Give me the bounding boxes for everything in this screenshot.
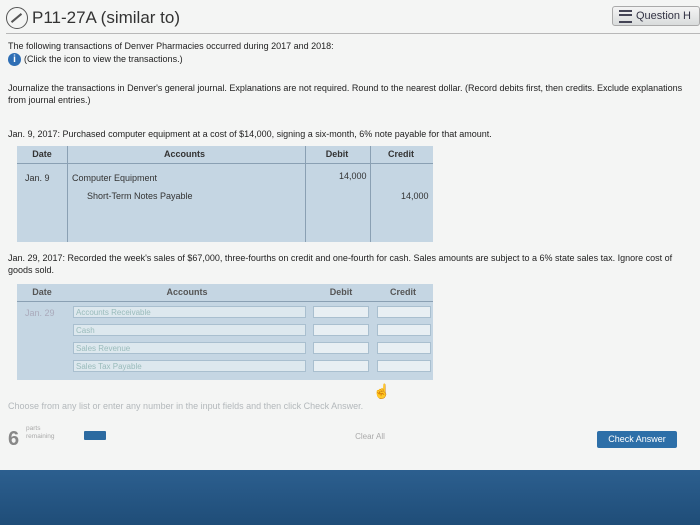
account-select[interactable]: Sales Tax Payable <box>73 360 306 372</box>
credit-input[interactable] <box>377 306 431 318</box>
credit-input[interactable] <box>377 360 431 372</box>
instructions-text: Journalize the transactions in Denver's … <box>8 83 683 105</box>
credit-header: Credit <box>389 287 416 297</box>
account-select[interactable]: Sales Revenue <box>73 342 306 354</box>
debit-account[interactable]: Computer Equipment <box>72 173 157 183</box>
entry2-description: Jan. 29, 2017: Recorded the week's sales… <box>8 253 673 275</box>
no-entry-icon <box>6 7 28 29</box>
date-header: Date <box>32 287 52 297</box>
debit-input[interactable] <box>313 306 369 318</box>
question-page: P11-27A (similar to) Question H The foll… <box>0 0 700 470</box>
header-rule <box>17 301 433 302</box>
question-help-label: Question H <box>635 10 691 22</box>
column-rule <box>67 146 68 242</box>
entry-date: Jan. 29 <box>25 308 55 318</box>
credit-input[interactable] <box>377 324 431 336</box>
check-answer-button[interactable]: Check Answer <box>597 431 677 448</box>
entry-date: Jan. 9 <box>25 173 50 183</box>
clear-all-button[interactable]: Clear All <box>330 430 410 444</box>
entry1-description: Jan. 9, 2017: Purchased computer equipme… <box>8 129 492 139</box>
column-rule <box>305 146 306 242</box>
account-select[interactable]: Cash <box>73 324 306 336</box>
title-row: P11-27A (similar to) <box>6 4 180 32</box>
journal-table-1: Date Accounts Debit Credit Jan. 9 Comput… <box>17 146 433 242</box>
footer-bar <box>0 470 700 525</box>
credit-input[interactable] <box>377 342 431 354</box>
credit-account[interactable]: Short-Term Notes Payable <box>87 191 193 201</box>
info-icon[interactable]: i <box>8 53 21 67</box>
parts-label: parts remaining <box>26 425 55 440</box>
date-header: Date <box>32 149 52 159</box>
credit-header: Credit <box>387 149 414 159</box>
column-rule <box>370 146 371 242</box>
question-help-button[interactable]: Question H <box>611 6 700 26</box>
parts-count: 6 <box>8 428 20 450</box>
debit-header: Debit <box>329 287 353 297</box>
transactions-link-row[interactable]: i (Click the icon to view the transaction… <box>8 53 688 67</box>
list-icon <box>618 9 632 23</box>
journal-table-2: Date Accounts Debit Credit Jan. 29 Accou… <box>17 284 433 380</box>
accounts-header: Accounts <box>163 149 205 159</box>
progress-bar <box>84 431 106 440</box>
credit-amount[interactable]: 14,000 <box>401 191 429 201</box>
header-divider <box>6 33 700 34</box>
transactions-link[interactable]: (Click the icon to view the transactions… <box>24 54 183 64</box>
page-title: P11-27A (similar to) <box>32 8 181 27</box>
accounts-header: Accounts <box>166 287 208 297</box>
debit-input[interactable] <box>313 342 369 354</box>
account-select[interactable]: Accounts Receivable <box>73 306 306 318</box>
debit-input[interactable] <box>313 360 369 372</box>
debit-header: Debit <box>325 149 349 159</box>
intro-text: The following transactions of Denver Pha… <box>8 41 334 51</box>
debit-input[interactable] <box>313 324 369 336</box>
hand-cursor-icon: ☝ <box>373 383 391 399</box>
debit-amount[interactable]: 14,000 <box>339 171 367 181</box>
hint-text: Choose from any list or enter any number… <box>8 401 364 411</box>
